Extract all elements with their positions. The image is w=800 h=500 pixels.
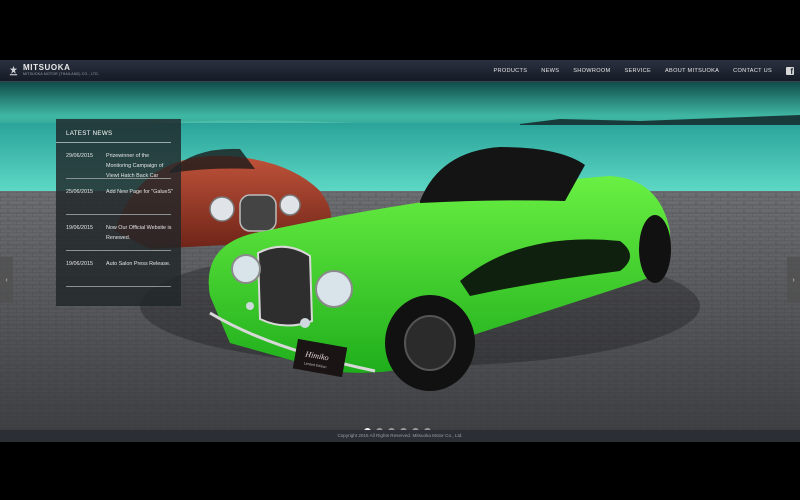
news-date: 19/06/2015 (66, 225, 93, 231)
news-item[interactable]: 19/06/2015 Auto Salon Press Release. (66, 251, 171, 287)
chevron-left-icon: ‹ (5, 276, 8, 284)
main-nav: PRODUCTS NEWS SHOWROOM SERVICE ABOUT MIT… (479, 60, 794, 81)
brand-subtitle: MITSUOKA MOTOR (THAILAND) CO., LTD. (23, 72, 100, 77)
nav-showroom[interactable]: SHOWROOM (573, 68, 610, 74)
news-date: 25/06/2015 (66, 189, 93, 195)
nav-news[interactable]: NEWS (541, 68, 559, 74)
latest-news-title: LATEST NEWS (56, 119, 171, 143)
nav-contact-us[interactable]: CONTACT US (733, 68, 772, 74)
brand-name: MITSUOKA (23, 63, 71, 73)
hero-slide: Himiko Limited Edition LATEST NEWS 29/06… (0, 81, 800, 430)
facebook-icon[interactable]: f (786, 66, 794, 75)
slider-dot[interactable] (424, 428, 431, 430)
slider-dot[interactable] (400, 428, 407, 430)
slider-dot[interactable] (412, 428, 419, 430)
chevron-right-icon: › (792, 276, 795, 284)
slider-dot[interactable] (388, 428, 395, 430)
slider-prev-button[interactable]: ‹ (0, 257, 13, 303)
site-footer: Copyright 2015 All Rights Reserved. Mits… (0, 430, 800, 442)
brand-logo[interactable]: MITSUOKA MITSUOKA MOTOR (THAILAND) CO., … (8, 63, 99, 78)
news-link[interactable]: Auto Salon Press Release. (106, 259, 174, 269)
website-frame: MITSUOKA MITSUOKA MOTOR (THAILAND) CO., … (0, 60, 800, 442)
slider-dot[interactable] (376, 428, 383, 430)
news-date: 19/06/2015 (66, 261, 93, 267)
nav-products[interactable]: PRODUCTS (493, 68, 527, 74)
slider-dot[interactable] (364, 428, 371, 430)
mitsuoka-emblem-icon (9, 65, 18, 76)
slider-pagination (364, 428, 436, 430)
slider-next-button[interactable]: › (787, 257, 800, 303)
latest-news-panel: LATEST NEWS 29/06/2015 Prizewinner of th… (56, 119, 181, 306)
news-item[interactable]: 19/06/2015 Now Our Official Website is R… (66, 215, 171, 251)
news-item[interactable]: 25/06/2015 Add New Page for "GalueS" (66, 179, 174, 215)
news-item[interactable]: 29/06/2015 Prizewinner of the Monitoring… (66, 143, 171, 179)
news-date: 29/06/2015 (66, 153, 93, 159)
news-link[interactable]: Prizewinner of the Monitoring Campaign o… (106, 151, 174, 181)
news-link[interactable]: Add New Page for "GalueS" (106, 187, 174, 197)
news-link[interactable]: Now Our Official Website is Renewed. (106, 223, 174, 243)
nav-about-mitsuoka[interactable]: ABOUT MITSUOKA (665, 68, 719, 74)
nav-service[interactable]: SERVICE (624, 68, 651, 74)
site-header: MITSUOKA MITSUOKA MOTOR (THAILAND) CO., … (0, 60, 800, 82)
